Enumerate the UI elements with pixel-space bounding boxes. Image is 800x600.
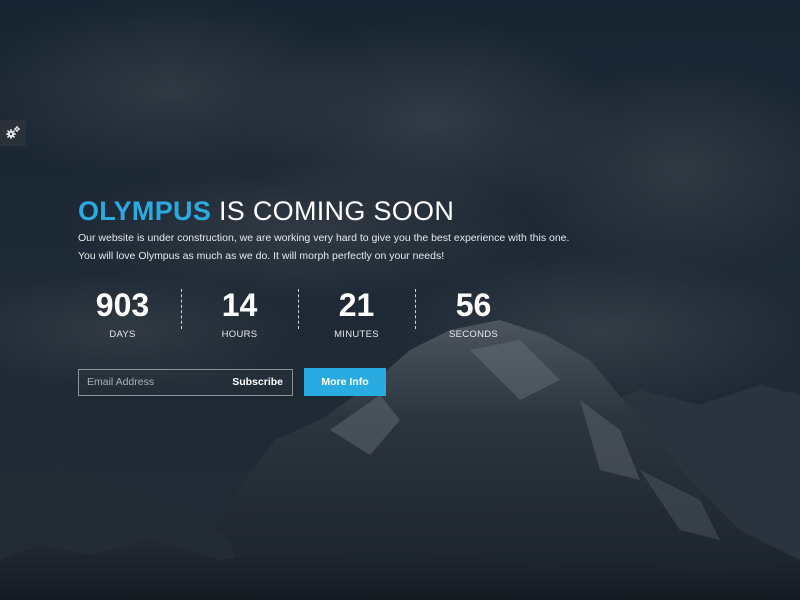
email-input[interactable] [79,369,227,395]
subscribe-button[interactable]: Subscribe [226,370,292,395]
more-info-button[interactable]: More Info [304,368,386,396]
countdown-hours-label: HOURS [221,329,258,340]
page-title: OLYMPUS IS COMING SOON [78,195,678,227]
subscribe-form: Subscribe [78,368,293,396]
countdown-seconds: 56 SECONDS [415,287,532,340]
description-line-1: Our website is under construction, we ar… [78,232,570,244]
actions-row: Subscribe More Info [78,368,678,396]
description-line-2: You will love Olympus as much as we do. … [78,250,445,262]
countdown-hours: 14 HOURS [181,287,298,340]
countdown-minutes: 21 MINUTES [298,287,415,340]
gears-icon [6,126,20,139]
countdown-days-value: 903 [95,287,150,323]
countdown-timer: 903 DAYS 14 HOURS 21 MINUTES 56 SECONDS [64,287,678,340]
countdown-hours-value: 14 [221,287,258,323]
description: Our website is under construction, we ar… [78,229,678,265]
countdown-minutes-value: 21 [338,287,375,323]
brand-name: OLYMPUS [78,196,212,226]
countdown-days-label: DAYS [109,329,136,340]
countdown-minutes-label: MINUTES [334,329,379,340]
countdown-days: 903 DAYS [64,287,181,340]
hero-content: OLYMPUS IS COMING SOON Our website is un… [78,195,678,396]
settings-toggle[interactable] [0,120,26,146]
coming-soon-page: OLYMPUS IS COMING SOON Our website is un… [0,0,800,600]
countdown-seconds-label: SECONDS [448,329,499,340]
countdown-seconds-value: 56 [455,287,492,323]
headline-text: IS COMING SOON [211,196,455,226]
